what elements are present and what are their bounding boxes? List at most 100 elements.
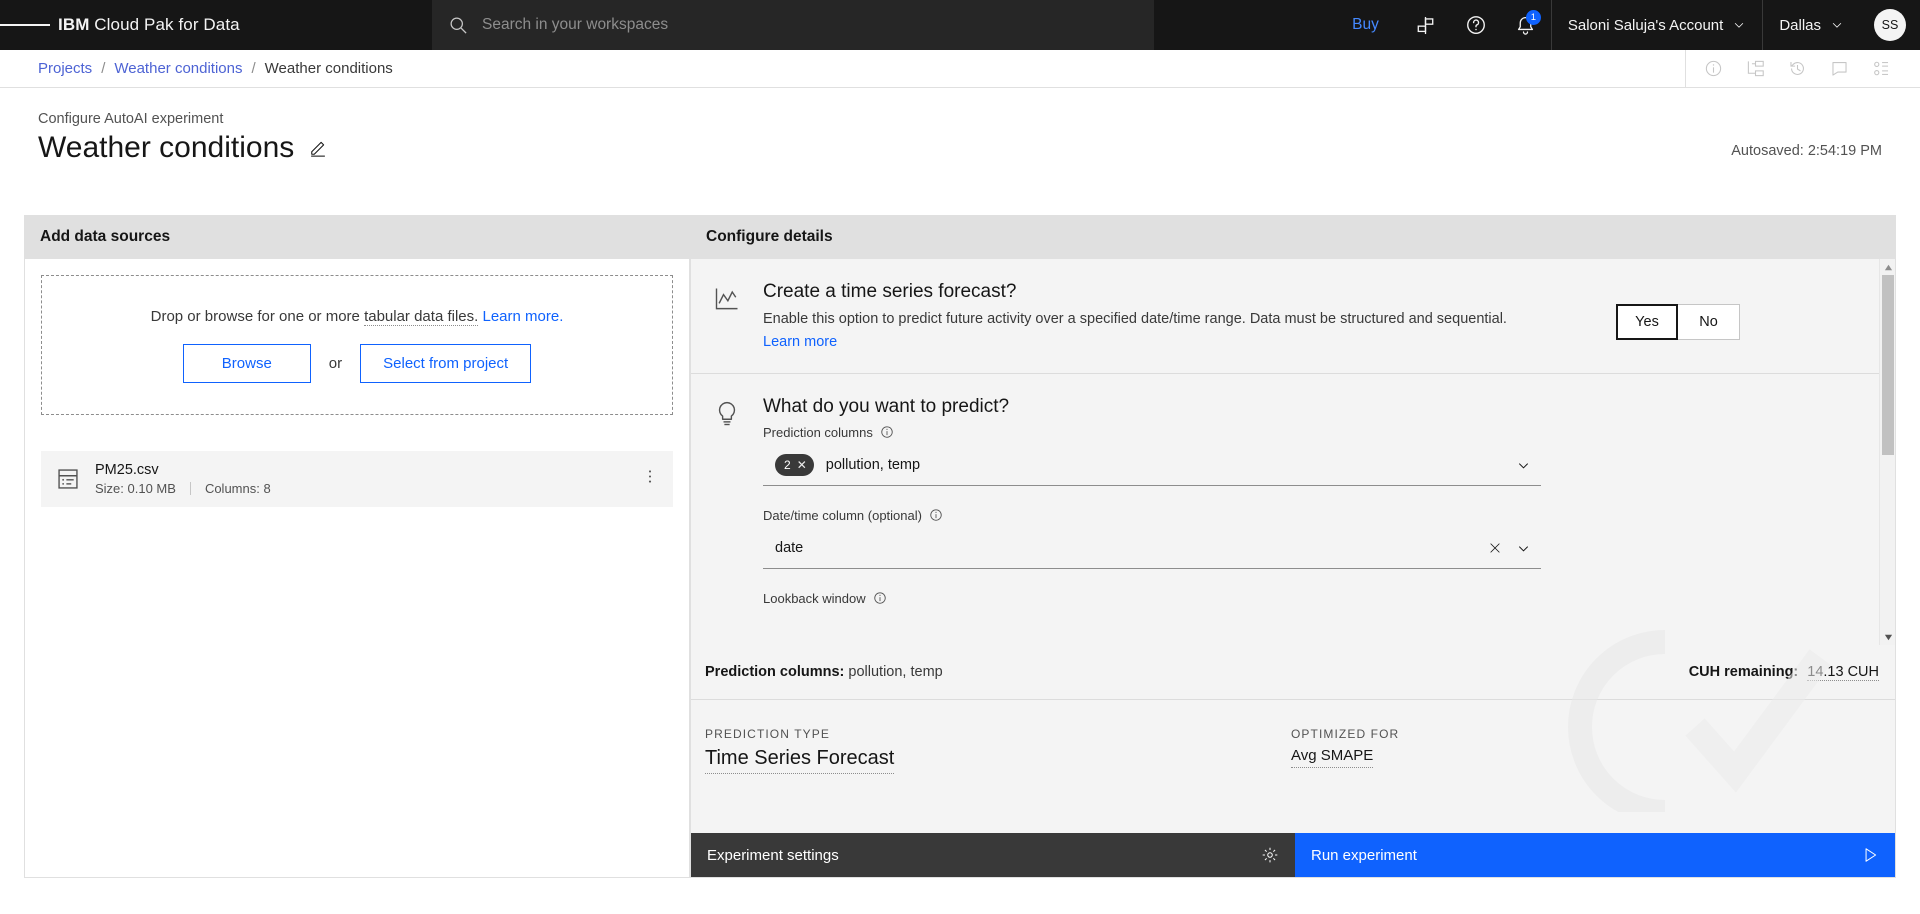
clear-icon[interactable] — [1488, 541, 1502, 555]
search-icon — [450, 17, 467, 34]
select-from-project-button[interactable]: Select from project — [360, 343, 532, 383]
data-asset-name: PM25.csv — [95, 462, 159, 478]
prediction-columns-label-row: Prediction columns — [763, 425, 1855, 440]
experiment-settings-button[interactable]: Experiment settings — [691, 833, 1295, 877]
timeseries-question-title: Create a time series forecast? — [763, 281, 1017, 302]
header-right-actions: Buy 1 Saloni Saluja's Account Dallas SS — [1330, 0, 1920, 50]
scroll-up-arrow-icon[interactable] — [1880, 259, 1895, 275]
page-title: Weather conditions — [38, 131, 295, 164]
experiment-settings-label: Experiment settings — [707, 846, 839, 864]
cuh-label: CUH remaining: — [1688, 663, 1799, 680]
related-assets-icon[interactable] — [1860, 50, 1902, 87]
dropzone-text-before: Drop or browse for one or more — [150, 307, 360, 325]
chevron-down-icon — [1832, 22, 1842, 28]
brand-rest: Cloud Pak for Data — [94, 15, 240, 34]
summary-prediction-columns: Prediction columns: pollution, temp — [691, 664, 943, 680]
chevron-down-icon[interactable] — [1516, 458, 1531, 473]
add-data-sources-heading: Add data sources — [24, 215, 690, 259]
chevron-down-icon — [1735, 22, 1744, 28]
datetime-column-select[interactable]: date — [763, 528, 1541, 569]
region-label: Dallas — [1779, 16, 1821, 34]
chevron-down-icon[interactable] — [1516, 541, 1531, 556]
datetime-column-group: Date/time column (optional) date — [763, 508, 1855, 569]
optimized-for-col: OPTIMIZED FOR Avg SMAPE — [1291, 727, 1399, 768]
prediction-columns-group: Prediction columns 2 ✕ pollution, temp — [763, 425, 1855, 486]
run-experiment-button[interactable]: Run experiment — [1295, 833, 1895, 877]
brand-prefix: IBM — [58, 15, 95, 34]
datetime-column-label-row: Date/time column (optional) — [763, 508, 1855, 523]
breadcrumb-item-project[interactable]: Weather conditions — [114, 60, 242, 77]
timeseries-learn-more-link[interactable]: Learn more — [763, 334, 837, 350]
global-search[interactable] — [432, 0, 1154, 50]
hamburger-menu-icon[interactable] — [0, 0, 51, 50]
prediction-type-value[interactable]: Time Series Forecast — [705, 747, 895, 774]
prediction-type-label: PREDICTION TYPE — [705, 727, 830, 741]
timeseries-no-button[interactable]: No — [1678, 304, 1740, 340]
info-icon[interactable] — [873, 591, 887, 605]
info-icon[interactable] — [1692, 50, 1734, 87]
global-header: IBM Cloud Pak for Data Buy — [0, 0, 1920, 50]
edit-pencil-icon[interactable] — [308, 138, 328, 158]
asset-toolbar — [1685, 50, 1902, 87]
buy-button[interactable]: Buy — [1330, 16, 1401, 34]
info-icon[interactable] — [929, 508, 943, 522]
configure-details-panel: Configure details Create a time series f… — [690, 215, 1896, 878]
timeseries-chart-icon — [691, 281, 763, 351]
data-asset-card[interactable]: PM25.csv Size: 0.10 MB Columns: 8 — [41, 451, 673, 507]
overflow-menu-icon[interactable] — [641, 468, 659, 491]
breadcrumb: Projects / Weather conditions / Weather … — [0, 60, 393, 77]
scrollbar-thumb[interactable] — [1882, 275, 1894, 455]
datetime-column-value: date — [775, 540, 804, 557]
breadcrumb-separator: / — [251, 60, 256, 77]
cuh-value[interactable]: 14.13 CUH — [1807, 664, 1879, 681]
lookback-window-label: Lookback window — [763, 590, 866, 606]
dropzone-learn-more-link[interactable]: Learn more. — [482, 308, 563, 325]
configure-scrollbar[interactable] — [1879, 259, 1895, 645]
notifications-icon[interactable]: 1 — [1501, 0, 1551, 50]
prediction-columns-select[interactable]: 2 ✕ pollution, temp — [763, 445, 1541, 486]
data-asset-info: PM25.csv Size: 0.10 MB Columns: 8 — [95, 462, 271, 496]
lookback-window-label-row: Lookback window — [763, 591, 1855, 606]
browse-button[interactable]: Browse — [182, 343, 311, 383]
clear-selection-icon[interactable]: ✕ — [797, 458, 807, 472]
or-label: or — [328, 354, 343, 372]
notification-badge: 1 — [1525, 10, 1541, 25]
history-icon[interactable] — [1776, 50, 1818, 87]
breadcrumb-item-projects[interactable]: Projects — [38, 60, 92, 77]
page-eyebrow: Configure AutoAI experiment — [38, 111, 224, 127]
breadcrumb-bar: Projects / Weather conditions / Weather … — [0, 50, 1920, 88]
info-icon[interactable] — [880, 425, 894, 439]
predict-question-block: What do you want to predict? Prediction … — [691, 373, 1895, 634]
lineage-icon[interactable] — [1734, 50, 1776, 87]
search-input[interactable] — [482, 16, 1122, 34]
timeseries-yes-button[interactable]: Yes — [1616, 304, 1678, 340]
account-switcher[interactable]: Saloni Saluja's Account — [1550, 0, 1762, 50]
product-brand: IBM Cloud Pak for Data — [58, 15, 240, 35]
prediction-columns-count-pill[interactable]: 2 ✕ — [775, 454, 814, 477]
prediction-columns-label: Prediction columns — [763, 424, 873, 440]
meta-divider — [189, 482, 191, 495]
summary-cuh: CUH remaining: 14.13 CUH — [1689, 664, 1879, 681]
trial-flag-icon[interactable] — [1401, 0, 1451, 50]
prediction-columns-value: pollution, temp — [825, 457, 921, 474]
prediction-type-col: PREDICTION TYPE Time Series Forecast — [705, 727, 895, 774]
experiment-action-bar: Experiment settings Run experiment — [691, 833, 1895, 877]
data-asset-columns: Columns: 8 — [204, 481, 271, 496]
help-icon[interactable] — [1451, 0, 1501, 50]
summary-prediction-columns-value: pollution, temp — [848, 664, 943, 680]
optimized-for-value[interactable]: Avg SMAPE — [1291, 747, 1374, 768]
scroll-down-arrow-icon[interactable] — [1880, 629, 1895, 645]
comment-icon[interactable] — [1818, 50, 1860, 87]
summary-prediction-columns-label: Prediction columns: — [705, 664, 845, 680]
file-dropzone[interactable]: Drop or browse for one or more tabular d… — [41, 275, 673, 415]
predict-question-title: What do you want to predict? — [763, 395, 1010, 417]
user-avatar[interactable]: SS — [1874, 9, 1906, 41]
dropzone-text: Drop or browse for one or more tabular d… — [150, 307, 563, 326]
autosaved-status: Autosaved: 2:54:19 PM — [1731, 143, 1882, 159]
predict-question-content: What do you want to predict? Prediction … — [763, 396, 1895, 612]
dropzone-tooltip-term[interactable]: tabular data files. — [364, 307, 479, 326]
breadcrumb-item-current: Weather conditions — [264, 60, 393, 77]
configure-details-body: Create a time series forecast? Enable th… — [690, 259, 1896, 878]
summary-bar: Prediction columns: pollution, temp CUH … — [691, 645, 1895, 700]
region-switcher[interactable]: Dallas — [1762, 0, 1860, 50]
